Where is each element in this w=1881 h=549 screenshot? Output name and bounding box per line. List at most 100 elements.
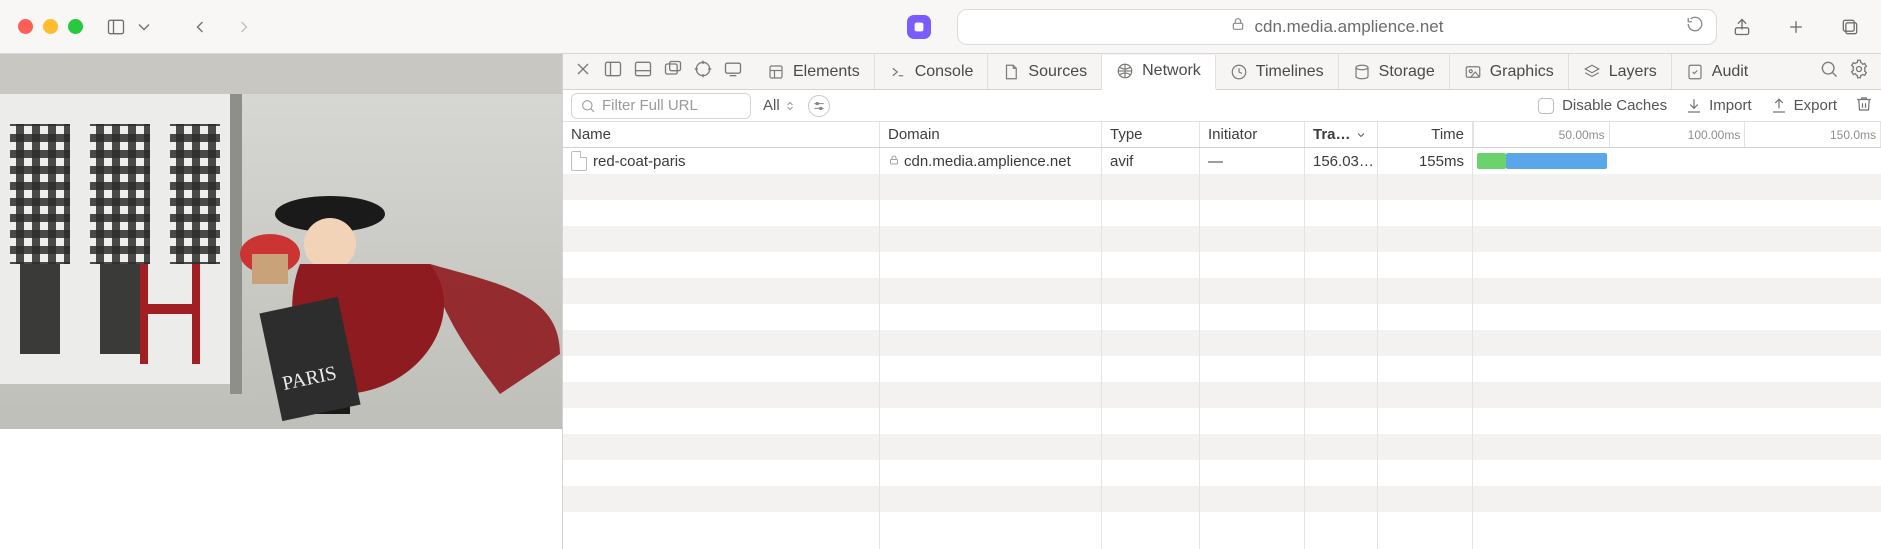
row-initiator: — (1208, 153, 1223, 170)
disable-caches-checkbox[interactable]: Disable Caches (1538, 97, 1667, 114)
tab-timelines-label: Timelines (1256, 63, 1324, 81)
sidebar-toggle-icon[interactable] (103, 14, 129, 40)
back-button[interactable] (187, 14, 213, 40)
row-type: avif (1110, 153, 1133, 170)
tab-timelines[interactable]: Timelines (1216, 54, 1339, 89)
row-transfer: 156.03… (1313, 153, 1374, 170)
col-initiator-label: Initiator (1208, 126, 1257, 143)
dock-window-icon[interactable] (663, 59, 683, 84)
col-domain-label: Domain (888, 126, 940, 143)
col-name-label: Name (571, 126, 611, 143)
minimize-window-button[interactable] (43, 19, 58, 34)
table-row (563, 304, 1881, 330)
table-body: red-coat-paris cdn.media.amplience.net avi… (563, 148, 1881, 549)
tab-layers[interactable]: Layers (1569, 54, 1672, 89)
tab-console[interactable]: Console (875, 54, 989, 89)
settings-icon[interactable] (1849, 59, 1869, 84)
table-header: Name Domain Type Initiator Tra… Time 50.… (563, 122, 1881, 148)
tab-audit-label: Audit (1712, 63, 1748, 81)
close-window-button[interactable] (18, 19, 33, 34)
extension-button[interactable] (907, 15, 931, 39)
table-row (563, 278, 1881, 304)
col-type[interactable]: Type (1102, 122, 1200, 147)
preview-image: PARIS (0, 54, 562, 429)
filter-all-label: All (763, 97, 780, 114)
table-row (563, 486, 1881, 512)
tab-graphics-label: Graphics (1490, 63, 1554, 81)
filter-url-placeholder: Filter Full URL (602, 97, 698, 114)
col-time-label: Time (1431, 126, 1464, 143)
tab-storage-label: Storage (1379, 63, 1435, 81)
forward-button[interactable] (231, 14, 257, 40)
col-domain[interactable]: Domain (880, 122, 1102, 147)
col-time[interactable]: Time (1378, 122, 1473, 147)
table-row (563, 408, 1881, 434)
table-row (563, 252, 1881, 278)
table-row (563, 434, 1881, 460)
dock-left-icon[interactable] (603, 59, 623, 84)
search-icon[interactable] (1819, 59, 1839, 84)
col-transfer-label: Tra… (1313, 126, 1351, 143)
devtools-panel: Elements Console Sources Network Timelin… (562, 54, 1881, 549)
traffic-lights (18, 19, 83, 34)
tab-graphics[interactable]: Graphics (1450, 54, 1569, 89)
table-row (563, 330, 1881, 356)
inspect-element-icon[interactable] (693, 59, 713, 84)
row-name: red-coat-paris (593, 153, 686, 170)
wf-tick-label: 150.0ms (1830, 128, 1876, 142)
tab-overview-icon[interactable] (1837, 14, 1863, 40)
file-icon (571, 151, 587, 171)
tab-elements-label: Elements (793, 63, 860, 81)
tab-console-label: Console (915, 63, 974, 81)
tab-audit[interactable]: Audit (1672, 54, 1762, 89)
reload-icon[interactable] (1686, 15, 1704, 38)
export-label: Export (1794, 97, 1837, 114)
close-devtools-icon[interactable] (573, 59, 593, 84)
devtools-tab-bar: Elements Console Sources Network Timelin… (563, 54, 1881, 90)
tab-network[interactable]: Network (1102, 55, 1216, 90)
tab-sources[interactable]: Sources (988, 54, 1102, 89)
checkbox-icon (1538, 98, 1554, 114)
export-button[interactable]: Export (1770, 97, 1837, 115)
network-filter-bar: Filter Full URL All Disable Caches Impor… (563, 90, 1881, 122)
fullscreen-window-button[interactable] (68, 19, 83, 34)
tab-storage[interactable]: Storage (1339, 54, 1450, 89)
import-button[interactable]: Import (1685, 97, 1752, 115)
new-tab-icon[interactable] (1783, 14, 1809, 40)
col-initiator[interactable]: Initiator (1200, 122, 1305, 147)
col-name[interactable]: Name (563, 122, 880, 147)
address-bar[interactable]: cdn.media.amplience.net (957, 9, 1717, 45)
page-preview: PARIS (0, 54, 562, 549)
table-row (563, 200, 1881, 226)
lock-icon (1230, 16, 1246, 37)
network-table: Name Domain Type Initiator Tra… Time 50.… (563, 122, 1881, 549)
window-chrome: cdn.media.amplience.net (0, 0, 1881, 54)
share-icon[interactable] (1729, 14, 1755, 40)
table-row (563, 174, 1881, 200)
dock-bottom-icon[interactable] (633, 59, 653, 84)
sort-desc-icon (1355, 129, 1367, 141)
import-label: Import (1709, 97, 1752, 114)
lock-icon (888, 153, 904, 170)
disable-caches-label: Disable Caches (1562, 97, 1667, 114)
responsive-mode-icon[interactable] (723, 59, 743, 84)
row-domain: cdn.media.amplience.net (904, 153, 1071, 170)
table-row[interactable]: red-coat-paris cdn.media.amplience.net avi… (563, 148, 1881, 174)
table-row (563, 460, 1881, 486)
clear-button[interactable] (1855, 95, 1873, 117)
row-time: 155ms (1419, 153, 1464, 170)
filter-all-dropdown[interactable]: All (763, 97, 796, 114)
url-text: cdn.media.amplience.net (1254, 17, 1443, 37)
tab-layers-label: Layers (1609, 63, 1657, 81)
col-waterfall: 50.00ms 100.00ms 150.0ms (1473, 122, 1881, 147)
filter-options-button[interactable] (808, 95, 830, 117)
filter-url-input[interactable]: Filter Full URL (571, 93, 751, 119)
table-row (563, 226, 1881, 252)
table-row (563, 382, 1881, 408)
sidebar-dropdown-icon[interactable] (131, 14, 157, 40)
col-type-label: Type (1110, 126, 1143, 143)
wf-tick-label: 50.00ms (1559, 128, 1605, 142)
tab-elements[interactable]: Elements (753, 54, 875, 89)
wf-tick-label: 100.00ms (1688, 128, 1741, 142)
col-transfer[interactable]: Tra… (1305, 122, 1378, 147)
